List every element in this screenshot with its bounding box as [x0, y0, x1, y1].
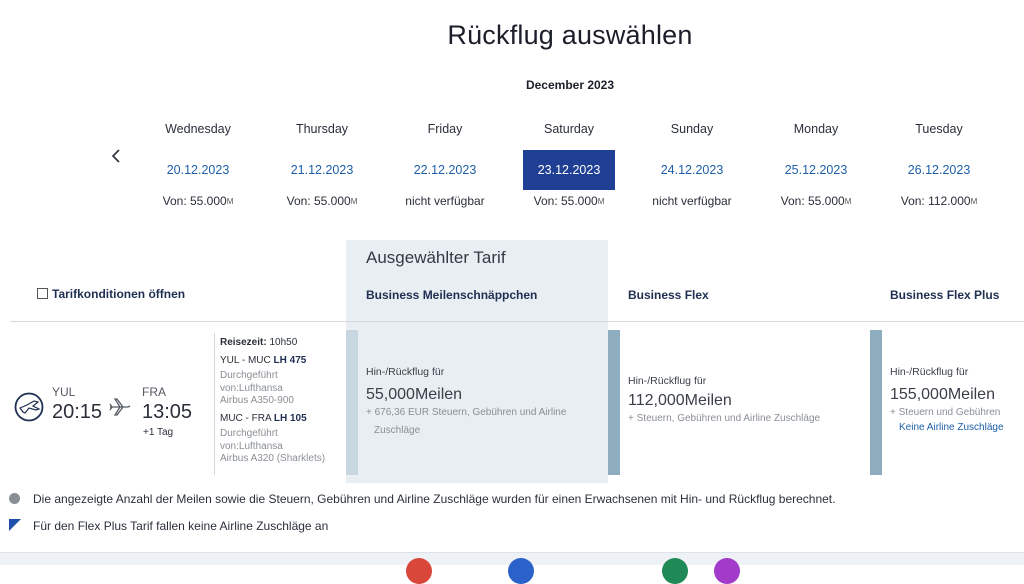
tarif-conditions-link[interactable]: Tarifkonditionen öffnen — [37, 287, 185, 301]
weekday-label: Tuesday — [915, 122, 963, 136]
taskbar-app-icon[interactable] — [406, 558, 432, 584]
divider — [10, 321, 1024, 322]
departure-time: 20:15 — [52, 401, 103, 423]
taskbar-app-icon[interactable] — [508, 558, 534, 584]
taskbar-app-icon[interactable] — [714, 558, 740, 584]
travel-time: Reisezeit: 10h50 — [220, 337, 298, 348]
segment-2-aircraft: Airbus A320 (Sharklets) — [220, 453, 326, 464]
day-price: nicht verfügbar — [652, 194, 732, 208]
segment-divider — [214, 333, 215, 475]
segment-1-operated: Durchgeführt — [220, 370, 278, 381]
taskbar-app-icon[interactable] — [662, 558, 688, 584]
weekday-label: Saturday — [543, 122, 595, 136]
weekday-label: Friday — [427, 122, 463, 136]
selected-fare-label: Ausgewählter Tarif — [366, 248, 506, 267]
fare-option-business-flex[interactable]: Hin-/Rückflug für 112,000Meilen + Steuer… — [628, 375, 868, 428]
fare-option-business-flex-plus[interactable]: Hin-/Rückflug für 155,000Meilen + Steuer… — [890, 366, 1024, 433]
info-dot-icon — [9, 493, 20, 504]
fare-name-meilenschnaeppchen: Business Meilenschnäppchen — [366, 288, 538, 302]
date-button[interactable]: 22.12.2023 — [399, 150, 491, 190]
destination-code: FRA — [142, 385, 166, 399]
date-button[interactable]: 24.12.2023 — [646, 150, 738, 190]
airplane-icon — [109, 398, 131, 416]
segment-2-operator: von:Lufthansa — [220, 440, 283, 452]
day-price: Von: 55.000M — [286, 194, 358, 208]
day-offset: +1 Tag — [143, 427, 174, 438]
date-button[interactable]: 20.12.2023 — [152, 150, 244, 190]
fare-name-business-flex: Business Flex — [628, 288, 709, 302]
fare-option-meilenschnaeppchen[interactable]: Hin-/Rückflug für 55,000Meilen + 676,36 … — [366, 366, 596, 440]
day-price: Von: 55.000M — [533, 194, 605, 208]
segment-1-aircraft: Airbus A350-900 — [220, 395, 294, 406]
day-price: Von: 55.000M — [780, 194, 852, 208]
day-sunday[interactable]: Sunday 24.12.2023 nicht verfügbar — [630, 118, 754, 208]
day-monday[interactable]: Monday 25.12.2023 Von: 55.000M — [754, 118, 878, 208]
date-button[interactable]: 26.12.2023 — [893, 150, 985, 190]
info-text-miles: Die angezeigte Anzahl der Meilen sowie d… — [33, 492, 836, 506]
day-saturday[interactable]: Saturday 23.12.2023 Von: 55.000M — [507, 118, 631, 208]
flight-segments: Reisezeit: 10h50 YUL - MUC LH 475 Durchg… — [220, 337, 345, 466]
info-text-flex-plus: Für den Flex Plus Tarif fallen keine Air… — [33, 519, 329, 533]
arrival-time: 13:05 — [142, 401, 193, 423]
day-wednesday[interactable]: Wednesday 20.12.2023 Von: 55.000M — [136, 118, 260, 208]
weekday-label: Sunday — [670, 122, 714, 136]
segment-2-operated: Durchgeführt — [220, 428, 278, 439]
fare-name-business-flex-plus: Business Flex Plus — [890, 288, 1000, 302]
corner-marker-icon — [9, 519, 21, 531]
fare-bar-flex — [608, 330, 620, 475]
external-window-icon — [37, 288, 48, 299]
lufthansa-logo-icon — [14, 392, 44, 422]
fare-bar-flex-plus — [870, 330, 882, 475]
fare-bar-selected — [346, 330, 358, 475]
month-label: December 2023 — [525, 78, 615, 92]
day-price: Von: 55.000M — [162, 194, 234, 208]
prev-week-chevron-icon[interactable] — [108, 146, 124, 166]
day-price: Von: 112.000M — [900, 194, 978, 208]
origin-code: YUL — [52, 385, 76, 399]
selected-fare-panel — [346, 240, 608, 483]
page-title: Rückflug auswählen — [447, 20, 693, 50]
segment-2-route: MUC - FRA LH 105 — [220, 412, 307, 424]
day-friday[interactable]: Friday 22.12.2023 nicht verfügbar — [383, 118, 507, 208]
segment-1-route: YUL - MUC LH 475 — [220, 354, 307, 366]
weekday-label: Thursday — [295, 122, 349, 136]
day-thursday[interactable]: Thursday 21.12.2023 Von: 55.000M — [260, 118, 384, 208]
date-button[interactable]: 25.12.2023 — [770, 150, 862, 190]
no-surcharge-link[interactable]: Keine Airline Zuschläge — [890, 422, 1024, 433]
date-button-selected[interactable]: 23.12.2023 — [523, 150, 615, 190]
segment-1-operator: von:Lufthansa — [220, 382, 283, 394]
day-price: nicht verfügbar — [405, 194, 485, 208]
weekday-label: Wednesday — [165, 122, 231, 136]
weekday-label: Monday — [793, 122, 839, 136]
day-tuesday[interactable]: Tuesday 26.12.2023 Von: 112.000M — [877, 118, 1001, 208]
date-button[interactable]: 21.12.2023 — [276, 150, 368, 190]
